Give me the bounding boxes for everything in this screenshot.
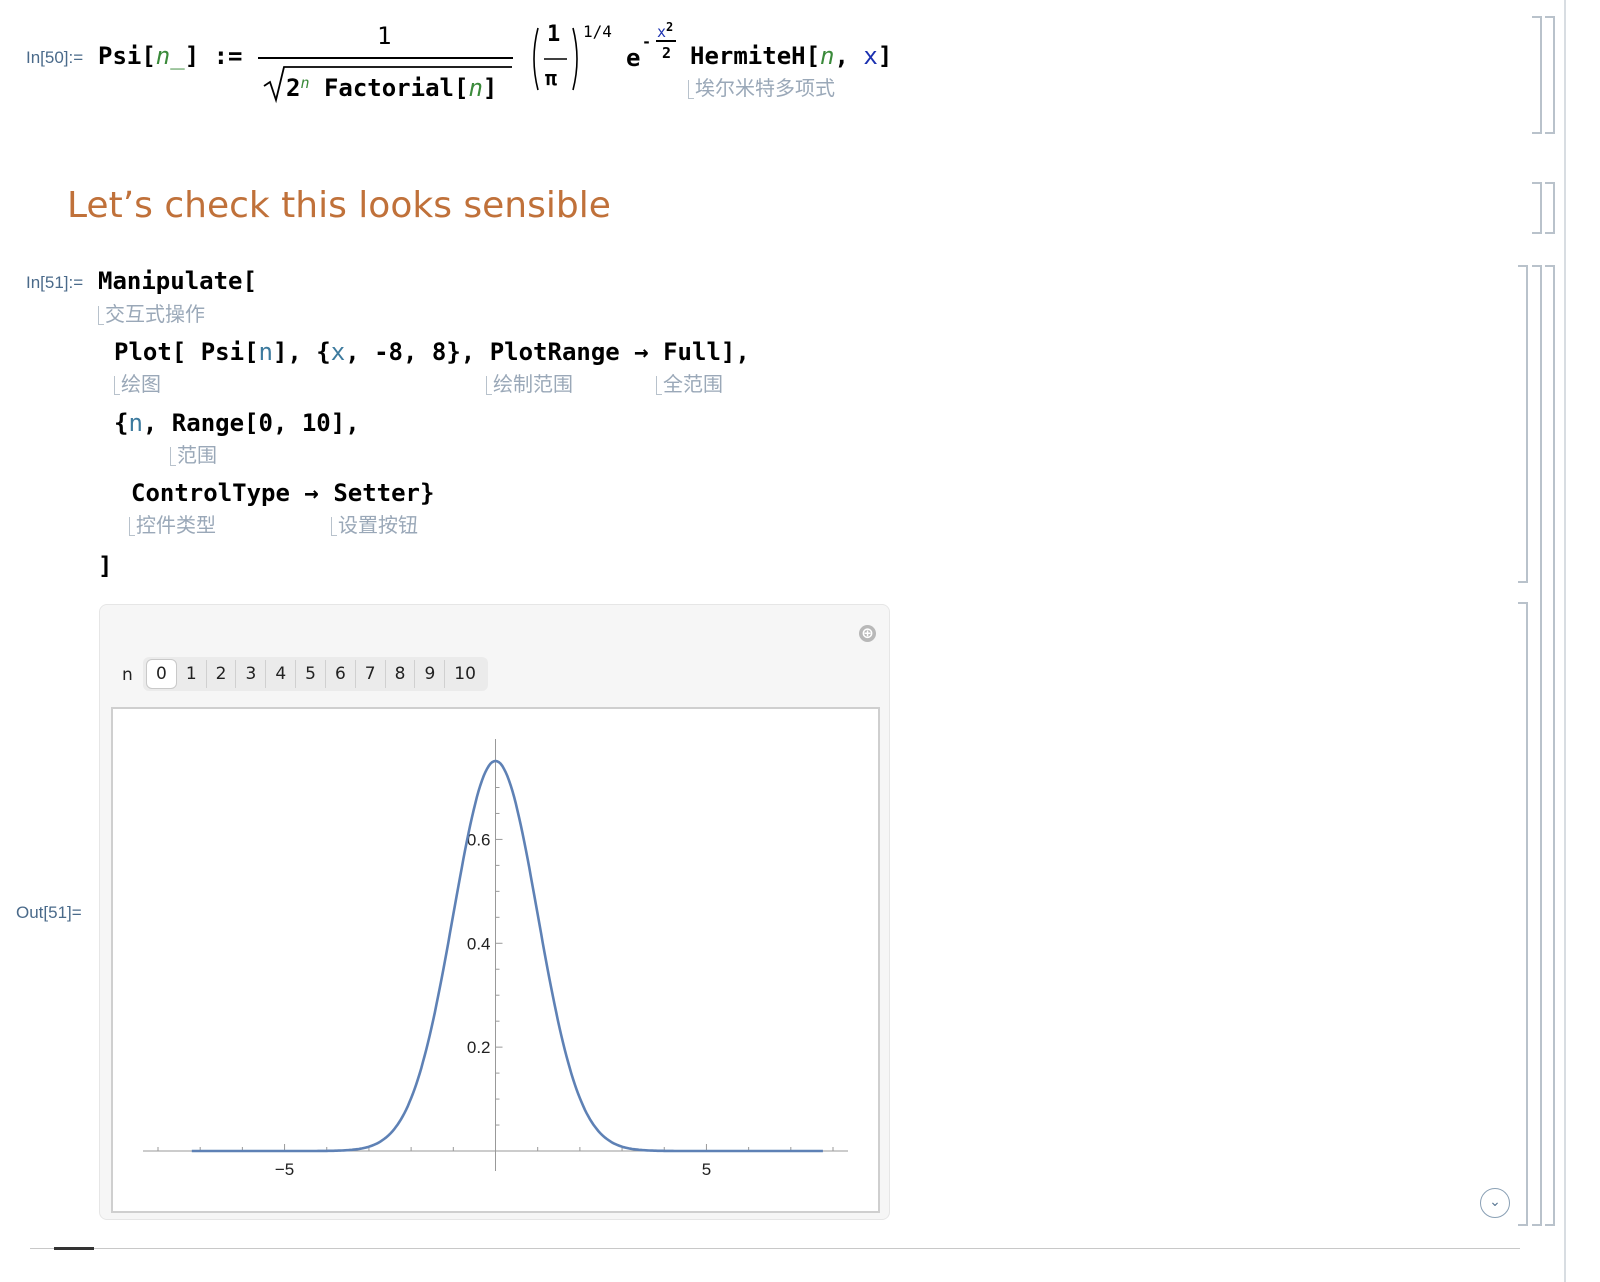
cell-bracket-out51[interactable] <box>1518 602 1528 1226</box>
range-n: n <box>128 409 143 437</box>
manipulate-close: ] <box>98 552 113 580</box>
insertion-cursor <box>54 1247 94 1250</box>
range-call: , Range[0, 10], <box>142 409 360 437</box>
rule-arrow: → <box>619 338 664 366</box>
hermite-x: x <box>863 42 878 70</box>
controltype-option: ControlType <box>131 479 290 507</box>
controltype-line[interactable]: ControlType → Setter} <box>131 479 434 507</box>
fraction-denominator: 2n Factorial[n] <box>286 74 497 102</box>
fraction-bar <box>258 57 513 59</box>
range-line[interactable]: {n, Range[0, 10], <box>114 409 360 437</box>
factorial-close: ] <box>482 74 498 102</box>
controltype-hint: 控件类型 <box>129 509 216 538</box>
cell-insertion-line <box>30 1248 1520 1249</box>
set-delayed: := <box>213 42 243 70</box>
cell-bracket-heading[interactable] <box>1532 182 1542 234</box>
group-bracket-1[interactable] <box>1545 16 1555 134</box>
setter-option-9[interactable]: 9 <box>415 660 446 688</box>
plot-line[interactable]: Plot[ Psi[n], {x, -8, 8}, PlotRange → Fu… <box>114 338 750 366</box>
plot-svg: −5 5 0.2 0.4 0.6 <box>143 739 848 1179</box>
manipulate-panel: ⊕ n 0 1 2 3 4 5 6 7 8 9 10 −5 5 0.2 0.4 0.6 <box>99 604 890 1220</box>
setter-option-5[interactable]: 5 <box>296 660 326 688</box>
exp-fraction-bar <box>656 40 676 42</box>
setter-option-0[interactable]: 0 <box>146 659 177 689</box>
plotrange-hint: 绘制范围 <box>486 368 573 397</box>
cell-bracket-in51[interactable] <box>1518 265 1528 583</box>
x-tick-label: −5 <box>275 1160 294 1179</box>
x-tick-label: 5 <box>702 1160 711 1179</box>
exp-denominator: 2 <box>662 44 672 62</box>
setter-option-8[interactable]: 8 <box>386 660 416 688</box>
full-value: Full], <box>663 338 750 366</box>
controltype-arrow: → <box>289 479 334 507</box>
plot-mid: ], { <box>272 338 331 366</box>
setter-option-2[interactable]: 2 <box>207 660 237 688</box>
setter-option-1[interactable]: 1 <box>177 660 207 688</box>
plot-x: x <box>330 338 346 366</box>
setter-option-4[interactable]: 4 <box>266 660 297 688</box>
exp-base: e <box>626 44 641 72</box>
manipulate-head[interactable]: Manipulate[ <box>98 267 257 295</box>
setter-option-7[interactable]: 7 <box>356 660 386 688</box>
setter-option-3[interactable]: 3 <box>236 660 267 688</box>
plus-icon[interactable]: ⊕ <box>859 625 876 642</box>
group-bracket-4[interactable] <box>1545 265 1555 1226</box>
hermite-n: n <box>820 42 835 70</box>
factorial-arg: n <box>468 74 483 102</box>
manipulate-hint: 交互式操作 <box>98 298 205 327</box>
range-hint: 范围 <box>170 439 217 468</box>
exp-pow: 2 <box>666 20 674 34</box>
hermite-close: ] <box>877 42 893 70</box>
fraction-numerator: 1 <box>377 22 392 50</box>
psi-curve <box>191 759 823 1153</box>
hermite-call[interactable]: HermiteH[n, x] <box>690 42 892 70</box>
power-quarter: 1/4 <box>583 22 612 41</box>
plotrange-option: PlotRange <box>489 338 620 366</box>
psi-head: Psi[ <box>98 42 156 70</box>
exp-x: x <box>657 23 667 41</box>
plot-frame: −5 5 0.2 0.4 0.6 <box>111 707 880 1213</box>
plot-head: Plot[ <box>114 338 187 366</box>
y-tick-label: 0.4 <box>467 934 491 953</box>
input-label-50: In[50]:= <box>26 48 84 67</box>
notebook-edge <box>1564 0 1566 1282</box>
plot-hint: 绘图 <box>114 368 161 397</box>
brace-open: { <box>114 409 129 437</box>
exp-sign: - <box>642 33 652 51</box>
plot-psi: Psi[ <box>186 338 259 366</box>
setter-hint: 设置按钮 <box>331 509 418 538</box>
control-label-n: n <box>122 665 133 685</box>
y-tick-label: 0.6 <box>467 830 491 849</box>
hermite-sep: , <box>834 42 864 70</box>
hermite-hint: 埃尔米特多项式 <box>688 72 835 101</box>
exp-numerator: x2 <box>657 20 673 41</box>
setter-option-10[interactable]: 10 <box>445 660 485 688</box>
group-bracket-2[interactable] <box>1545 182 1555 234</box>
plot-n: n <box>258 338 273 366</box>
output-label-51: Out[51]= <box>16 903 82 922</box>
den-base: 2 <box>286 74 301 102</box>
y-tick-label: 0.2 <box>467 1038 491 1057</box>
section-heading[interactable]: Let’s check this looks sensible <box>67 185 611 226</box>
setter-value: Setter} <box>333 479 435 507</box>
inner-frac-num: 1 <box>547 22 561 47</box>
psi-close: ] <box>184 42 200 70</box>
cell-bracket-in50[interactable] <box>1532 16 1542 134</box>
hermite-head: HermiteH[ <box>690 42 821 70</box>
scroll-down-icon[interactable]: ⌄ <box>1480 1188 1510 1218</box>
den-exp: n <box>300 74 310 92</box>
factorial-head: Factorial[ <box>323 74 469 102</box>
input-label-51: In[51]:= <box>26 273 84 292</box>
psi-definition-lhs[interactable]: Psi[n_] := <box>98 42 243 70</box>
inner-frac-den: π <box>545 66 558 90</box>
setter-option-6[interactable]: 6 <box>326 660 356 688</box>
full-hint: 全范围 <box>656 368 723 397</box>
group-bracket-3[interactable] <box>1532 265 1542 1226</box>
plot-range-x: , -8, 8}, <box>345 338 490 366</box>
setter-bar: 0 1 2 3 4 5 6 7 8 9 10 <box>143 657 488 691</box>
pattern-n: n_ <box>155 42 185 70</box>
